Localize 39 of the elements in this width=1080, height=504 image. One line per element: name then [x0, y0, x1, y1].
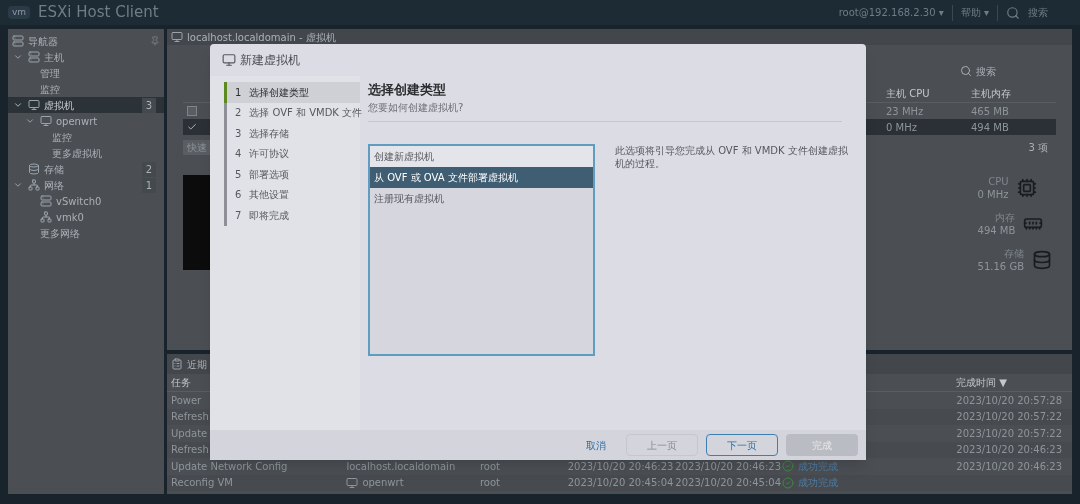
app-title: ESXi Host Client: [38, 2, 160, 24]
page-heading: 选择创建类型: [368, 81, 447, 99]
count-badge: 2: [141, 161, 156, 177]
count-badge: 1: [141, 177, 156, 193]
table-cell-text: 23 MHz: [886, 104, 925, 119]
table-cell-text: Refresh: [171, 443, 210, 458]
navigator-title: 导航器: [28, 34, 59, 49]
count-badge: 3: [141, 97, 156, 113]
table-cell: root: [479, 477, 500, 489]
table-cell: 2023/10/20 20:57:22: [956, 427, 1063, 439]
table-cell-text: 0 MHz: [886, 120, 918, 135]
table-cell: 2023/10/20 20:57:22: [956, 411, 1063, 423]
table-cell-text: 494 MB: [971, 120, 1010, 135]
table-cell: root: [479, 460, 500, 472]
item-count: 3 项: [1028, 140, 1049, 155]
table-cell-text: localhost.localdomain: [346, 459, 456, 474]
option-description: 此选项将引导您完成从 OVF 和 VMDK 文件创建虚拟机的过程。: [615, 143, 849, 171]
resource-value: 0 MHz: [977, 188, 1009, 201]
table-cell: 2023/10/20 20:46:23: [567, 460, 674, 472]
table-cell-text: Refresh: [171, 410, 210, 425]
table-cell-text: Power: [171, 393, 203, 408]
table-cell: 2023/10/20 20:46:23: [675, 460, 782, 472]
page-subheading: 您要如何创建虚拟机?: [368, 100, 465, 115]
resource-value: 51.16 GB: [977, 260, 1024, 273]
table-cell-text: Update Network Config: [171, 459, 289, 474]
table-cell: 2023/10/20 20:45:04: [567, 477, 674, 489]
vm-logo: vm: [8, 5, 31, 20]
table-cell: 2023/10/20 20:45:04: [675, 477, 782, 489]
table-cell: 2023/10/20 20:46:23: [956, 444, 1063, 456]
table-cell: 2023/10/20 20:57:28: [956, 394, 1063, 406]
table-cell-text: openwrt: [362, 476, 404, 491]
table-cell-text: Update: [171, 426, 209, 441]
table-cell-text: Reconfig VM: [171, 476, 234, 491]
panel-title: 近期: [187, 357, 207, 372]
resource-value: 494 MB: [977, 224, 1016, 237]
table-cell-text: 465 MB: [971, 104, 1010, 119]
dialog-title: 新建虚拟机: [240, 52, 300, 69]
panel-title: localhost.localdomain - 虚拟机: [187, 30, 336, 45]
table-cell: 2023/10/20 20:46:23: [956, 460, 1063, 472]
